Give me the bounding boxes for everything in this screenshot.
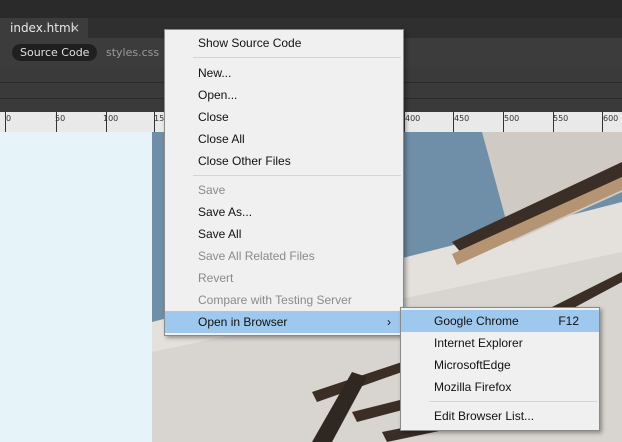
submenu-item-edit-browser-list[interactable]: Edit Browser List... bbox=[401, 405, 599, 427]
document-tab-label: index.html bbox=[10, 21, 74, 35]
menu-item-close-all[interactable]: Close All bbox=[165, 128, 403, 150]
menu-item-label: Open in Browser bbox=[198, 315, 288, 329]
submenu-arrow-icon: › bbox=[387, 315, 391, 329]
ruler-label: 100 bbox=[103, 114, 119, 123]
menu-item-label: Save As... bbox=[198, 205, 253, 219]
menu-item-label: Revert bbox=[198, 271, 234, 285]
menu-item-label: Open... bbox=[198, 88, 238, 102]
ruler-label: 50 bbox=[55, 114, 66, 123]
menu-item-compare-with-testing-server[interactable]: Compare with Testing Server bbox=[165, 289, 403, 311]
menu-item-label: Close Other Files bbox=[198, 154, 291, 168]
ruler-label: 450 bbox=[454, 114, 470, 123]
ruler-label: 550 bbox=[553, 114, 569, 123]
menu-item-label: Close bbox=[198, 110, 229, 124]
ruler-label: 500 bbox=[504, 114, 520, 123]
open-in-browser-submenu: Google Chrome F12 Internet Explorer Micr… bbox=[400, 307, 600, 431]
menu-separator bbox=[193, 175, 401, 176]
document-tab-index[interactable]: index.html × bbox=[0, 18, 88, 38]
menu-separator bbox=[429, 401, 597, 402]
submenu-item-label: Google Chrome bbox=[434, 314, 519, 328]
related-file-source-code[interactable]: Source Code bbox=[12, 44, 98, 61]
menu-item-show-source-code[interactable]: Show Source Code bbox=[165, 32, 403, 54]
submenu-item-label: Internet Explorer bbox=[434, 336, 523, 350]
menu-item-save-all-related-files[interactable]: Save All Related Files bbox=[165, 245, 403, 267]
menu-item-label: Show Source Code bbox=[198, 36, 302, 50]
menu-item-label: New... bbox=[198, 66, 232, 80]
menu-item-close-other-files[interactable]: Close Other Files bbox=[165, 150, 403, 172]
submenu-item-mozilla-firefox[interactable]: Mozilla Firefox bbox=[401, 376, 599, 398]
ruler-label: 400 bbox=[405, 114, 421, 123]
submenu-item-label: MicrosoftEdge bbox=[434, 358, 511, 372]
menu-item-close[interactable]: Close bbox=[165, 106, 403, 128]
menu-item-revert[interactable]: Revert bbox=[165, 267, 403, 289]
ruler-label: 0 bbox=[6, 114, 12, 123]
menu-item-label: Close All bbox=[198, 132, 245, 146]
menu-item-save[interactable]: Save bbox=[165, 179, 403, 201]
document-tab-context-menu: Show Source Code New... Open... Close Cl… bbox=[164, 29, 404, 336]
menu-item-open-in-browser[interactable]: Open in Browser › bbox=[165, 311, 403, 333]
menu-item-label: Save All bbox=[198, 227, 242, 241]
menu-separator bbox=[193, 57, 401, 58]
menu-item-open[interactable]: Open... bbox=[165, 84, 403, 106]
submenu-item-label: Mozilla Firefox bbox=[434, 380, 512, 394]
menu-item-new[interactable]: New... bbox=[165, 62, 403, 84]
submenu-item-internet-explorer[interactable]: Internet Explorer bbox=[401, 332, 599, 354]
menu-item-save-as[interactable]: Save As... bbox=[165, 201, 403, 223]
menu-item-save-all[interactable]: Save All bbox=[165, 223, 403, 245]
ruler-label: 600 bbox=[603, 114, 619, 123]
related-file-styles-css[interactable]: styles.css bbox=[106, 44, 159, 61]
submenu-item-google-chrome[interactable]: Google Chrome F12 bbox=[401, 310, 599, 332]
shortcut-label: F12 bbox=[558, 314, 579, 328]
submenu-item-label: Edit Browser List... bbox=[434, 409, 535, 423]
close-tab-icon[interactable]: × bbox=[70, 18, 80, 38]
design-view-canvas[interactable] bbox=[0, 132, 152, 442]
menu-item-label: Save All Related Files bbox=[198, 249, 315, 263]
title-bar bbox=[0, 0, 622, 18]
menu-item-label: Compare with Testing Server bbox=[198, 293, 352, 307]
submenu-item-microsoft-edge[interactable]: MicrosoftEdge bbox=[401, 354, 599, 376]
menu-item-label: Save bbox=[198, 183, 226, 197]
